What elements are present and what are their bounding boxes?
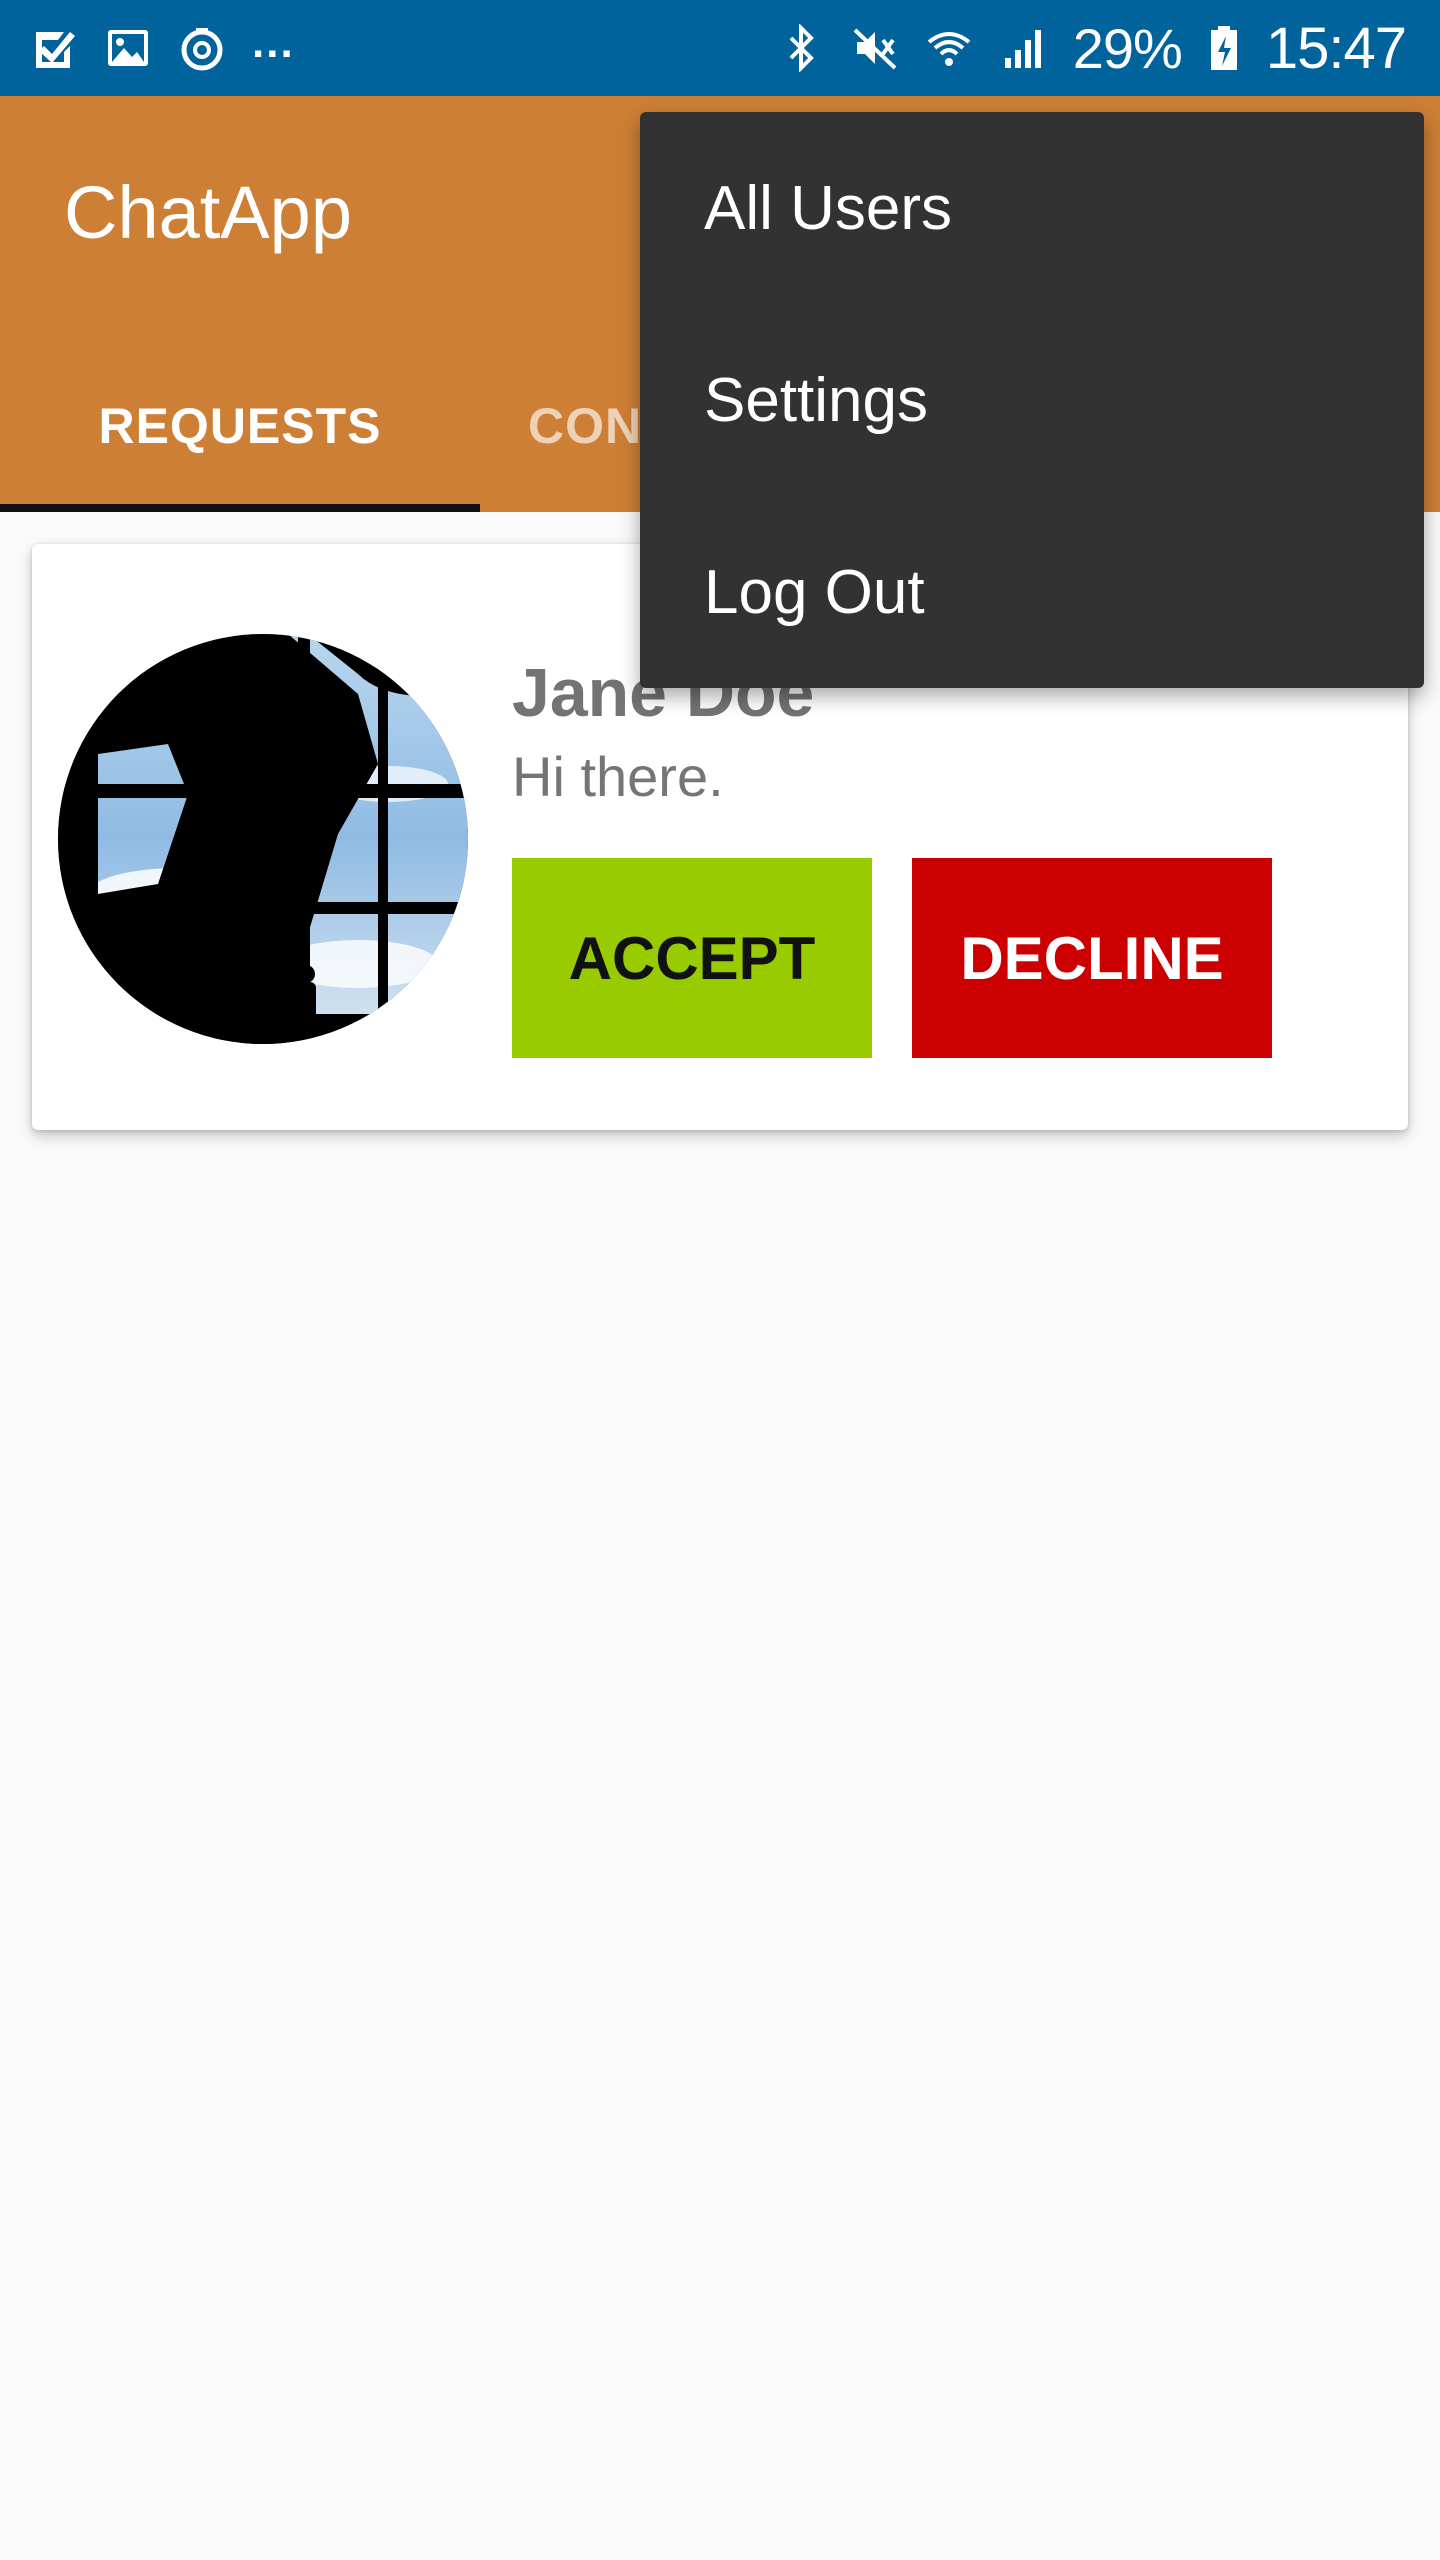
wifi-icon	[925, 24, 973, 72]
signal-icon	[999, 24, 1047, 72]
mute-icon	[851, 24, 899, 72]
image-icon	[104, 24, 152, 72]
sync-icon	[178, 24, 226, 72]
bluetooth-icon	[777, 24, 825, 72]
tab-requests-label: REQUESTS	[98, 398, 382, 454]
accept-button[interactable]: ACCEPT	[512, 858, 872, 1058]
app-title: ChatApp	[64, 171, 352, 254]
status-bar: ... 29% 15:47	[0, 0, 1440, 96]
decline-button[interactable]: DECLINE	[912, 858, 1272, 1058]
avatar-image	[58, 634, 468, 1044]
clock: 15:47	[1265, 15, 1407, 81]
overflow-menu: All Users Settings Log Out	[640, 112, 1424, 688]
request-message: Hi there.	[512, 745, 724, 808]
menu-item-log-out[interactable]: Log Out	[640, 496, 1424, 688]
avatar[interactable]	[58, 634, 468, 1044]
status-bar-right: 29% 15:47	[777, 15, 1407, 82]
tab-requests[interactable]: REQUESTS	[0, 352, 480, 512]
checkbox-icon	[30, 24, 78, 72]
battery-charging-icon	[1208, 24, 1240, 72]
tab-selected-indicator	[0, 504, 480, 512]
status-bar-left: ...	[30, 18, 295, 72]
battery-percentage: 29%	[1072, 16, 1183, 80]
more-notifications-indicator: ...	[252, 18, 295, 67]
menu-item-all-users[interactable]: All Users	[640, 112, 1424, 304]
menu-item-settings[interactable]: Settings	[640, 304, 1424, 496]
